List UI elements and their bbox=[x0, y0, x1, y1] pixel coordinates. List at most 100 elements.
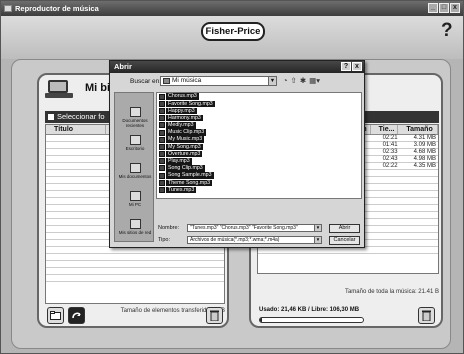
table-row[interactable] bbox=[46, 254, 224, 261]
dialog-title-bar: Abrir ? x bbox=[110, 61, 364, 73]
places-bar: Documentos recientes Escritorio Mis docu… bbox=[114, 92, 154, 242]
open-file-dialog: Abrir ? x Buscar en: Mi música ▼ ◔ ⇧ ✱ ▦… bbox=[109, 60, 365, 248]
audio-file-icon bbox=[159, 129, 165, 136]
view-menu-icon[interactable]: ▦▾ bbox=[309, 76, 320, 86]
audio-file-icon bbox=[159, 158, 165, 165]
maximize-button[interactable]: □ bbox=[439, 3, 449, 13]
audio-file-icon bbox=[159, 136, 165, 143]
file-name: My Song.mp3 bbox=[166, 143, 203, 151]
filetype-label: Tipo: bbox=[158, 237, 171, 243]
file-item[interactable]: Tunes.mp3 bbox=[157, 186, 361, 194]
column-title[interactable]: Título bbox=[46, 125, 106, 134]
storage-usage-text: Usado: 21,46 KB / Libre: 106,30 MB bbox=[259, 307, 360, 313]
filename-input[interactable]: "Tunes.mp3" "Chorus.mp3" "Favorite Song.… bbox=[187, 224, 322, 232]
file-name: Favorite Song.mp3 bbox=[166, 100, 215, 108]
title-bar: Reproductor de música _ □ x bbox=[1, 1, 463, 16]
place-my-computer[interactable]: Mi PC bbox=[115, 191, 155, 207]
back-icon[interactable]: ◔ bbox=[283, 76, 288, 86]
audio-file-icon bbox=[159, 143, 165, 150]
audio-file-icon bbox=[159, 165, 165, 172]
file-item[interactable]: Music Clip.mp3 bbox=[157, 129, 361, 136]
open-folder-button[interactable] bbox=[47, 307, 64, 324]
new-folder-icon[interactable]: ✱ bbox=[300, 76, 306, 86]
file-name: Harmony.mp3 bbox=[166, 114, 203, 122]
file-name: Song Sample.mp3 bbox=[166, 172, 214, 179]
desktop-icon bbox=[129, 135, 141, 145]
audio-file-icon bbox=[159, 122, 165, 129]
filetype-value: Archivos de música(*.mp3;*.wma;*.m4a) bbox=[190, 237, 280, 243]
file-item[interactable]: My Music.mp3 bbox=[157, 136, 361, 143]
transfer-button[interactable] bbox=[68, 307, 85, 324]
place-recent-documents[interactable]: Documentos recientes bbox=[115, 107, 155, 128]
file-item[interactable]: Play.mp3 bbox=[157, 158, 361, 165]
look-in-dropdown[interactable]: Mi música ▼ bbox=[160, 76, 277, 86]
file-item[interactable]: Favorite Song.mp3 bbox=[157, 100, 361, 108]
file-item[interactable]: Chorus.mp3 bbox=[157, 93, 361, 100]
file-name: Play.mp3 bbox=[166, 158, 192, 165]
close-button[interactable]: x bbox=[450, 3, 460, 13]
up-folder-icon[interactable]: ⇧ bbox=[291, 76, 297, 86]
window-title: Reproductor de música bbox=[15, 4, 99, 13]
table-row[interactable] bbox=[46, 275, 224, 282]
column-time[interactable]: Tie... bbox=[371, 125, 399, 134]
audio-file-icon bbox=[159, 172, 165, 179]
place-desktop[interactable]: Escritorio bbox=[115, 135, 155, 151]
dialog-nav-icons: ◔ ⇧ ✱ ▦▾ bbox=[283, 76, 320, 86]
music-folder-icon bbox=[163, 78, 170, 84]
laptop-icon bbox=[45, 80, 73, 100]
look-in-label: Buscar en: bbox=[130, 78, 162, 85]
file-item[interactable]: Song Clip.mp3 bbox=[157, 165, 361, 172]
filename-value: "Tunes.mp3" "Chorus.mp3" "Favorite Song.… bbox=[190, 225, 298, 231]
audio-file-icon bbox=[159, 151, 165, 158]
place-network[interactable]: Mis sitios de red bbox=[115, 219, 155, 235]
table-row[interactable] bbox=[258, 247, 438, 254]
documents-folder-icon bbox=[129, 163, 141, 173]
filetype-select[interactable]: Archivos de música(*.mp3;*.wma;*.m4a) ▼ bbox=[187, 236, 322, 244]
look-in-value: Mi música bbox=[172, 77, 202, 84]
file-name: Medly.mp3 bbox=[166, 122, 196, 129]
file-name: My Music.mp3 bbox=[166, 136, 205, 143]
file-item[interactable]: Happy.mp3 bbox=[157, 107, 361, 115]
chevron-down-icon[interactable]: ▼ bbox=[314, 225, 321, 231]
file-item[interactable]: Harmony.mp3 bbox=[157, 114, 361, 122]
cancel-button[interactable]: Cancelar bbox=[329, 236, 360, 245]
delete-right-button[interactable] bbox=[418, 307, 435, 324]
file-item[interactable]: Medly.mp3 bbox=[157, 122, 361, 129]
place-my-documents[interactable]: Mis documentos bbox=[115, 163, 155, 179]
select-folder-label: Seleccionar fo bbox=[57, 112, 105, 121]
help-button[interactable]: ? bbox=[441, 21, 453, 41]
column-size[interactable]: Tamaño bbox=[398, 125, 438, 134]
computer-icon bbox=[129, 191, 141, 201]
delete-left-button[interactable] bbox=[206, 307, 223, 324]
select-all-checkbox[interactable] bbox=[48, 114, 54, 120]
audio-file-icon bbox=[159, 107, 165, 114]
network-icon bbox=[129, 219, 141, 229]
open-button[interactable]: Abrir bbox=[329, 224, 360, 233]
audio-file-icon bbox=[159, 93, 165, 100]
chevron-down-icon[interactable]: ▼ bbox=[314, 237, 321, 243]
file-item[interactable]: Overture.mp3 bbox=[157, 150, 361, 158]
folder-icon bbox=[50, 311, 61, 320]
minimize-button[interactable]: _ bbox=[428, 3, 438, 13]
file-list[interactable]: Chorus.mp3 Favorite Song.mp3 Happy.mp3 Harm… bbox=[156, 92, 362, 199]
brand-bar: Fisher-Price ? bbox=[1, 16, 463, 59]
file-name: Music Clip.mp3 bbox=[166, 129, 207, 136]
storage-progress-fill bbox=[260, 318, 263, 322]
file-name: Overture.mp3 bbox=[166, 150, 203, 158]
dialog-close-button[interactable]: x bbox=[352, 62, 362, 71]
dialog-help-button[interactable]: ? bbox=[341, 62, 351, 71]
audio-file-icon bbox=[159, 100, 165, 107]
file-item[interactable]: Song Sample.mp3 bbox=[157, 172, 361, 179]
fisher-price-logo: Fisher-Price bbox=[201, 22, 265, 41]
total-music-size-status: Tamaño de toda la música: 21.41 B bbox=[344, 289, 439, 295]
file-item[interactable]: Theme Song.mp3 bbox=[157, 179, 361, 187]
trash-icon bbox=[210, 310, 219, 321]
table-row[interactable] bbox=[46, 268, 224, 275]
transfer-arrows-icon bbox=[72, 312, 81, 319]
file-item[interactable]: My Song.mp3 bbox=[157, 143, 361, 151]
table-row[interactable] bbox=[46, 261, 224, 268]
table-row[interactable] bbox=[46, 247, 224, 254]
chevron-down-icon[interactable]: ▼ bbox=[268, 77, 276, 85]
file-name: Tunes.mp3 bbox=[166, 186, 197, 194]
app-window: Reproductor de música _ □ x Fisher-Price… bbox=[0, 0, 464, 354]
